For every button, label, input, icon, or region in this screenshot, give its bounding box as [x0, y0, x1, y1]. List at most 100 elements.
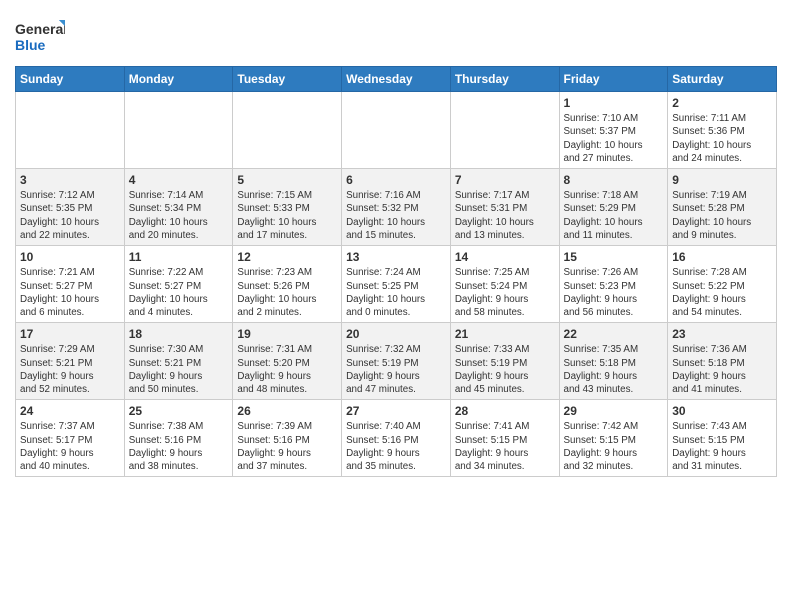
day-number: 7	[455, 172, 555, 188]
day-number: 12	[237, 249, 337, 265]
day-number: 17	[20, 326, 120, 342]
calendar-week-row: 24Sunrise: 7:37 AM Sunset: 5:17 PM Dayli…	[16, 400, 777, 477]
day-info: Sunrise: 7:10 AM Sunset: 5:37 PM Dayligh…	[564, 112, 664, 165]
calendar-header-row: SundayMondayTuesdayWednesdayThursdayFrid…	[16, 67, 777, 92]
day-number: 1	[564, 95, 664, 111]
day-number: 5	[237, 172, 337, 188]
day-number: 6	[346, 172, 446, 188]
calendar-day-cell: 9Sunrise: 7:19 AM Sunset: 5:28 PM Daylig…	[668, 169, 777, 246]
page: General Blue SundayMondayTuesdayWednesda…	[0, 0, 792, 612]
day-number: 21	[455, 326, 555, 342]
weekday-header: Sunday	[16, 67, 125, 92]
day-number: 19	[237, 326, 337, 342]
calendar-day-cell: 24Sunrise: 7:37 AM Sunset: 5:17 PM Dayli…	[16, 400, 125, 477]
day-number: 25	[129, 403, 229, 419]
logo: General Blue	[15, 16, 65, 58]
calendar-day-cell: 16Sunrise: 7:28 AM Sunset: 5:22 PM Dayli…	[668, 246, 777, 323]
calendar-day-cell: 26Sunrise: 7:39 AM Sunset: 5:16 PM Dayli…	[233, 400, 342, 477]
day-number: 23	[672, 326, 772, 342]
day-number: 30	[672, 403, 772, 419]
calendar-day-cell: 6Sunrise: 7:16 AM Sunset: 5:32 PM Daylig…	[342, 169, 451, 246]
day-info: Sunrise: 7:21 AM Sunset: 5:27 PM Dayligh…	[20, 266, 120, 319]
weekday-header: Saturday	[668, 67, 777, 92]
day-number: 11	[129, 249, 229, 265]
calendar-day-cell: 27Sunrise: 7:40 AM Sunset: 5:16 PM Dayli…	[342, 400, 451, 477]
weekday-header: Friday	[559, 67, 668, 92]
day-number: 3	[20, 172, 120, 188]
calendar-day-cell: 14Sunrise: 7:25 AM Sunset: 5:24 PM Dayli…	[450, 246, 559, 323]
day-number: 16	[672, 249, 772, 265]
day-info: Sunrise: 7:41 AM Sunset: 5:15 PM Dayligh…	[455, 420, 555, 473]
calendar-day-cell: 3Sunrise: 7:12 AM Sunset: 5:35 PM Daylig…	[16, 169, 125, 246]
header: General Blue	[15, 10, 777, 58]
day-number: 10	[20, 249, 120, 265]
day-info: Sunrise: 7:17 AM Sunset: 5:31 PM Dayligh…	[455, 189, 555, 242]
calendar-day-cell: 21Sunrise: 7:33 AM Sunset: 5:19 PM Dayli…	[450, 323, 559, 400]
day-info: Sunrise: 7:31 AM Sunset: 5:20 PM Dayligh…	[237, 343, 337, 396]
day-info: Sunrise: 7:43 AM Sunset: 5:15 PM Dayligh…	[672, 420, 772, 473]
day-number: 29	[564, 403, 664, 419]
calendar-day-cell: 22Sunrise: 7:35 AM Sunset: 5:18 PM Dayli…	[559, 323, 668, 400]
day-number: 28	[455, 403, 555, 419]
logo-svg: General Blue	[15, 16, 65, 58]
day-number: 26	[237, 403, 337, 419]
day-info: Sunrise: 7:16 AM Sunset: 5:32 PM Dayligh…	[346, 189, 446, 242]
calendar-day-cell: 18Sunrise: 7:30 AM Sunset: 5:21 PM Dayli…	[124, 323, 233, 400]
day-info: Sunrise: 7:38 AM Sunset: 5:16 PM Dayligh…	[129, 420, 229, 473]
day-info: Sunrise: 7:39 AM Sunset: 5:16 PM Dayligh…	[237, 420, 337, 473]
weekday-header: Thursday	[450, 67, 559, 92]
calendar-day-cell: 7Sunrise: 7:17 AM Sunset: 5:31 PM Daylig…	[450, 169, 559, 246]
calendar-week-row: 1Sunrise: 7:10 AM Sunset: 5:37 PM Daylig…	[16, 92, 777, 169]
calendar-day-cell: 12Sunrise: 7:23 AM Sunset: 5:26 PM Dayli…	[233, 246, 342, 323]
calendar-week-row: 17Sunrise: 7:29 AM Sunset: 5:21 PM Dayli…	[16, 323, 777, 400]
day-info: Sunrise: 7:35 AM Sunset: 5:18 PM Dayligh…	[564, 343, 664, 396]
calendar-day-cell: 15Sunrise: 7:26 AM Sunset: 5:23 PM Dayli…	[559, 246, 668, 323]
day-info: Sunrise: 7:22 AM Sunset: 5:27 PM Dayligh…	[129, 266, 229, 319]
svg-text:Blue: Blue	[15, 37, 46, 53]
calendar-day-cell: 23Sunrise: 7:36 AM Sunset: 5:18 PM Dayli…	[668, 323, 777, 400]
calendar-day-cell: 29Sunrise: 7:42 AM Sunset: 5:15 PM Dayli…	[559, 400, 668, 477]
calendar-week-row: 3Sunrise: 7:12 AM Sunset: 5:35 PM Daylig…	[16, 169, 777, 246]
day-info: Sunrise: 7:37 AM Sunset: 5:17 PM Dayligh…	[20, 420, 120, 473]
calendar-day-cell: 4Sunrise: 7:14 AM Sunset: 5:34 PM Daylig…	[124, 169, 233, 246]
day-info: Sunrise: 7:19 AM Sunset: 5:28 PM Dayligh…	[672, 189, 772, 242]
calendar-day-cell: 28Sunrise: 7:41 AM Sunset: 5:15 PM Dayli…	[450, 400, 559, 477]
calendar-day-cell	[233, 92, 342, 169]
day-info: Sunrise: 7:12 AM Sunset: 5:35 PM Dayligh…	[20, 189, 120, 242]
calendar-day-cell: 19Sunrise: 7:31 AM Sunset: 5:20 PM Dayli…	[233, 323, 342, 400]
day-info: Sunrise: 7:40 AM Sunset: 5:16 PM Dayligh…	[346, 420, 446, 473]
calendar-day-cell: 20Sunrise: 7:32 AM Sunset: 5:19 PM Dayli…	[342, 323, 451, 400]
calendar-day-cell: 25Sunrise: 7:38 AM Sunset: 5:16 PM Dayli…	[124, 400, 233, 477]
day-number: 18	[129, 326, 229, 342]
day-info: Sunrise: 7:11 AM Sunset: 5:36 PM Dayligh…	[672, 112, 772, 165]
day-info: Sunrise: 7:14 AM Sunset: 5:34 PM Dayligh…	[129, 189, 229, 242]
weekday-header: Wednesday	[342, 67, 451, 92]
day-info: Sunrise: 7:32 AM Sunset: 5:19 PM Dayligh…	[346, 343, 446, 396]
calendar-day-cell	[16, 92, 125, 169]
day-info: Sunrise: 7:28 AM Sunset: 5:22 PM Dayligh…	[672, 266, 772, 319]
day-number: 20	[346, 326, 446, 342]
day-number: 2	[672, 95, 772, 111]
day-number: 27	[346, 403, 446, 419]
calendar-day-cell	[124, 92, 233, 169]
svg-text:General: General	[15, 21, 65, 37]
day-info: Sunrise: 7:26 AM Sunset: 5:23 PM Dayligh…	[564, 266, 664, 319]
day-info: Sunrise: 7:23 AM Sunset: 5:26 PM Dayligh…	[237, 266, 337, 319]
day-info: Sunrise: 7:36 AM Sunset: 5:18 PM Dayligh…	[672, 343, 772, 396]
day-info: Sunrise: 7:33 AM Sunset: 5:19 PM Dayligh…	[455, 343, 555, 396]
day-number: 8	[564, 172, 664, 188]
calendar-day-cell	[450, 92, 559, 169]
day-info: Sunrise: 7:25 AM Sunset: 5:24 PM Dayligh…	[455, 266, 555, 319]
day-info: Sunrise: 7:18 AM Sunset: 5:29 PM Dayligh…	[564, 189, 664, 242]
calendar-table: SundayMondayTuesdayWednesdayThursdayFrid…	[15, 66, 777, 477]
day-info: Sunrise: 7:24 AM Sunset: 5:25 PM Dayligh…	[346, 266, 446, 319]
day-number: 24	[20, 403, 120, 419]
day-number: 22	[564, 326, 664, 342]
day-number: 4	[129, 172, 229, 188]
calendar-day-cell: 5Sunrise: 7:15 AM Sunset: 5:33 PM Daylig…	[233, 169, 342, 246]
day-info: Sunrise: 7:29 AM Sunset: 5:21 PM Dayligh…	[20, 343, 120, 396]
weekday-header: Monday	[124, 67, 233, 92]
day-number: 13	[346, 249, 446, 265]
day-number: 14	[455, 249, 555, 265]
calendar-day-cell: 13Sunrise: 7:24 AM Sunset: 5:25 PM Dayli…	[342, 246, 451, 323]
